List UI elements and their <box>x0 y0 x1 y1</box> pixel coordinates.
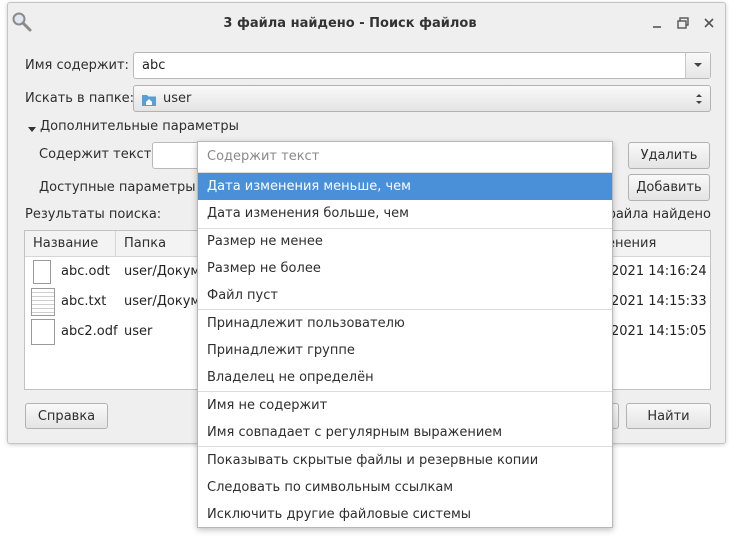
window-title: 3 файла найдено - Поиск файлов <box>223 16 477 31</box>
file-modified: 2021 14:16:24 <box>611 264 707 279</box>
name-input[interactable]: abc <box>142 58 165 73</box>
results-label: Результаты поиска: <box>25 207 162 222</box>
expander-arrow-icon[interactable] <box>27 123 37 138</box>
file-name: abc2.odf <box>61 324 118 339</box>
add-button[interactable]: Добавить <box>628 174 710 201</box>
menu-item-exclude-fs[interactable]: Исключить другие файловые системы <box>198 501 612 528</box>
file-folder: user <box>124 324 153 339</box>
file-modified: 2021 14:15:05 <box>611 324 707 339</box>
updown-icon <box>694 90 704 117</box>
minimize-icon[interactable] <box>647 13 667 37</box>
folder-chooser[interactable]: user <box>133 85 711 112</box>
name-combo[interactable]: abc <box>133 52 711 79</box>
contains-text-label: Содержит текст: <box>39 147 156 162</box>
magnifier-icon <box>11 11 33 33</box>
file-name: abc.txt <box>61 294 107 309</box>
remove-button[interactable]: Удалить <box>628 142 710 169</box>
document-icon <box>31 319 55 345</box>
advanced-expander-label[interactable]: Дополнительные параметры <box>40 119 239 134</box>
text-file-icon <box>31 288 55 316</box>
menu-item-date-greater[interactable]: Дата изменения больше, чем <box>198 200 612 227</box>
chevron-down-icon <box>694 63 702 67</box>
available-params-dropdown[interactable]: Содержит текст Дата изменения меньше, че… <box>197 141 613 528</box>
close-icon[interactable] <box>699 13 719 37</box>
menu-item-name-not-contains[interactable]: Имя не содержит <box>198 392 612 419</box>
document-icon <box>33 260 51 284</box>
menu-item-follow-symlinks[interactable]: Следовать по символьным ссылкам <box>198 474 612 501</box>
search-folder-label: Искать в папке: <box>25 91 135 106</box>
menu-item-date-less[interactable]: Дата изменения меньше, чем <box>198 173 612 200</box>
menu-item-size-min[interactable]: Размер не менее <box>198 228 612 255</box>
menu-item-owner-group[interactable]: Принадлежит группе <box>198 337 612 364</box>
column-header-name[interactable]: Название <box>25 231 116 257</box>
menu-item-owner-unknown[interactable]: Владелец не определён <box>198 364 612 391</box>
home-folder-icon <box>141 91 157 106</box>
menu-item-size-max[interactable]: Размер не более <box>198 255 612 282</box>
help-button[interactable]: Справка <box>25 403 108 429</box>
name-dropdown-button[interactable] <box>685 53 710 78</box>
column-header-modified[interactable]: енения <box>598 231 710 257</box>
find-button[interactable]: Найти <box>626 403 711 429</box>
file-folder: user/Докум <box>124 264 201 279</box>
menu-item-file-empty[interactable]: Файл пуст <box>198 282 612 309</box>
folder-value: user <box>163 91 192 106</box>
column-header-folder[interactable]: Папка <box>116 231 206 257</box>
menu-item-owner-user[interactable]: Принадлежит пользователю <box>198 310 612 337</box>
dropdown-placeholder[interactable]: Содержит текст <box>207 149 319 164</box>
menu-item-show-hidden[interactable]: Показывать скрытые файлы и резервные коп… <box>198 447 612 474</box>
menu-item-name-regex[interactable]: Имя совпадает с регулярным выражением <box>198 419 612 446</box>
file-folder: user/Докум <box>124 294 201 309</box>
file-modified: 2021 14:15:33 <box>611 294 707 309</box>
name-contains-label: Имя содержит: <box>25 58 129 73</box>
file-name: abc.odt <box>61 264 110 279</box>
available-params-label: Доступные параметры: <box>39 180 200 195</box>
maximize-icon[interactable] <box>673 13 693 37</box>
